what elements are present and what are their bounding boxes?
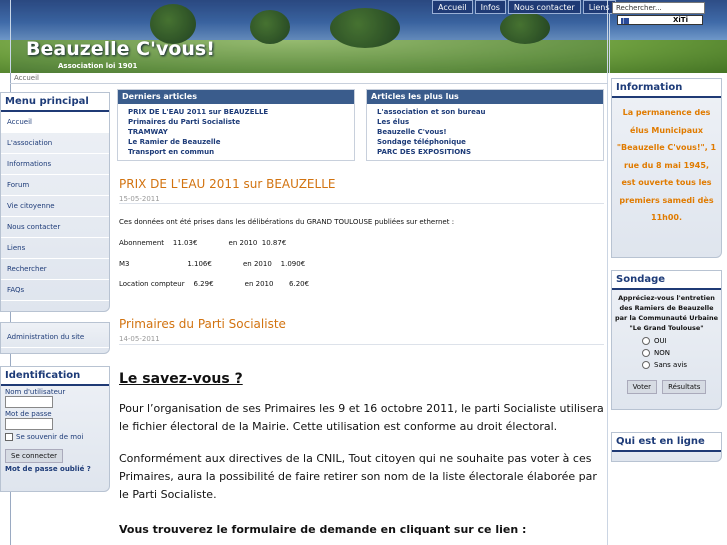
menu-item-forum[interactable]: Forum <box>1 175 109 196</box>
latest-title: Derniers articles <box>118 90 354 104</box>
admin-box: Administration du site <box>0 322 110 354</box>
site-title[interactable]: Beauzelle C'vous! <box>26 38 215 60</box>
menu-item-informations[interactable]: Informations <box>1 154 109 175</box>
forgot-password-link[interactable]: Mot de passe oublié ? <box>1 465 109 473</box>
login-button[interactable]: Se connecter <box>5 449 64 463</box>
information-box: Information La permanence des élus Munic… <box>611 78 722 258</box>
nav-liens[interactable]: Liens <box>582 0 616 14</box>
article-heading: Le savez-vous ? <box>119 371 243 387</box>
menu-item-rechercher[interactable]: Rechercher <box>1 259 109 280</box>
article-title[interactable]: Primaires du Parti Socialiste <box>119 317 286 331</box>
poll-option[interactable]: OUI <box>642 335 721 347</box>
latest-item[interactable]: PRIX DE L'EAU 2011 sur BEAUZELLE <box>118 107 354 117</box>
username-field[interactable] <box>5 396 53 408</box>
menu-item-liens[interactable]: Liens <box>1 238 109 259</box>
article-paragraph: Pour l’organisation de ses Primaires les… <box>119 402 604 433</box>
poll-option[interactable]: NON <box>642 347 721 359</box>
online-title: Qui est en ligne <box>612 433 721 452</box>
results-button[interactable]: Résultats <box>662 380 707 394</box>
popular-item[interactable]: L'association et son bureau <box>367 107 603 117</box>
menu-item-vie-citoyenne[interactable]: Vie citoyenne <box>1 196 109 217</box>
username-label: Nom d'utilisateur <box>5 388 66 396</box>
remember-label: Se souvenir de moi <box>16 433 84 441</box>
article-date: 15-05-2011 <box>119 195 160 203</box>
latest-item[interactable]: TRAMWAY <box>118 127 354 137</box>
latest-item[interactable]: Transport en commun <box>118 147 354 157</box>
menu-item-association[interactable]: L'association <box>1 133 109 154</box>
price-row: Abonnement 11.03€ en 2010 10.87€ <box>119 239 287 247</box>
price-row: Location compteur 6.29€ en 2010 6.20€ <box>119 280 310 288</box>
popular-item[interactable]: PARC DES EXPOSITIONS <box>367 147 603 157</box>
popular-item[interactable]: Sondage téléphonique <box>367 137 603 147</box>
remember-checkbox[interactable] <box>5 433 13 441</box>
site-header: Beauzelle C'vous! Association loi 1901 A… <box>0 0 727 73</box>
online-box: Qui est en ligne <box>611 432 722 462</box>
price-row: M3 1.106€ en 2010 1.090€ <box>119 260 306 268</box>
menu-item-faqs[interactable]: FAQs <box>1 280 109 301</box>
article-text: Ces données ont été prises dans les déli… <box>119 218 455 226</box>
breadcrumb[interactable]: Accueil <box>10 73 608 84</box>
popular-item[interactable]: Les élus <box>367 117 603 127</box>
remember-row: Se souvenir de moi <box>1 433 109 441</box>
poll-question: Appréciez-vous l'entretien des Ramiers d… <box>615 294 719 332</box>
top-navigation: Accueil Infos Nous contacter Liens <box>432 0 616 14</box>
poll-option[interactable]: Sans avis <box>642 359 721 371</box>
nav-accueil[interactable]: Accueil <box>432 0 473 14</box>
popular-title: Articles les plus lus <box>367 90 603 104</box>
latest-item[interactable]: Le Ramier de Beauzelle <box>118 137 354 147</box>
poll-title: Sondage <box>612 271 721 290</box>
latest-item[interactable]: Primaires du Parti Socialiste <box>118 117 354 127</box>
radio-button[interactable] <box>642 361 650 369</box>
latest-articles: Derniers articles PRIX DE L'EAU 2011 sur… <box>117 89 355 161</box>
login-title: Identification <box>1 367 109 386</box>
password-label: Mot de passe <box>5 410 52 418</box>
main-menu: Menu principal Accueil L'association Inf… <box>0 92 110 312</box>
xiti-badge[interactable]: XiTi <box>617 15 703 25</box>
article-paragraph: Vous trouverez le formulaire de demande … <box>119 523 527 536</box>
password-field[interactable] <box>5 418 53 430</box>
admin-link[interactable]: Administration du site <box>1 327 109 348</box>
article-date: 14-05-2011 <box>119 335 160 343</box>
poll-box: Sondage Appréciez-vous l'entretien des R… <box>611 270 722 410</box>
site-subtitle: Association loi 1901 <box>58 62 138 70</box>
vote-button[interactable]: Voter <box>626 380 658 394</box>
article-title[interactable]: PRIX DE L'EAU 2011 sur BEAUZELLE <box>119 177 335 191</box>
login-box: Identification Nom d'utilisateur Mot de … <box>0 366 110 492</box>
information-text: La permanence des élus Municipaux "Beauz… <box>616 108 717 222</box>
article-paragraph: Conformément aux directives de la CNIL, … <box>119 452 597 501</box>
popular-articles: Articles les plus lus L'association et s… <box>366 89 604 161</box>
stats-icon <box>621 18 629 24</box>
radio-button[interactable] <box>642 337 650 345</box>
search-input[interactable]: Rechercher... <box>612 2 705 14</box>
divider <box>119 344 604 345</box>
information-title: Information <box>612 79 721 98</box>
popular-item[interactable]: Beauzelle C'vous! <box>367 127 603 137</box>
radio-button[interactable] <box>642 349 650 357</box>
menu-item-accueil[interactable]: Accueil <box>1 112 109 133</box>
menu-title: Menu principal <box>1 93 109 112</box>
nav-contact[interactable]: Nous contacter <box>507 0 581 14</box>
divider <box>119 203 604 204</box>
menu-item-contact[interactable]: Nous contacter <box>1 217 109 238</box>
nav-infos[interactable]: Infos <box>474 0 506 14</box>
